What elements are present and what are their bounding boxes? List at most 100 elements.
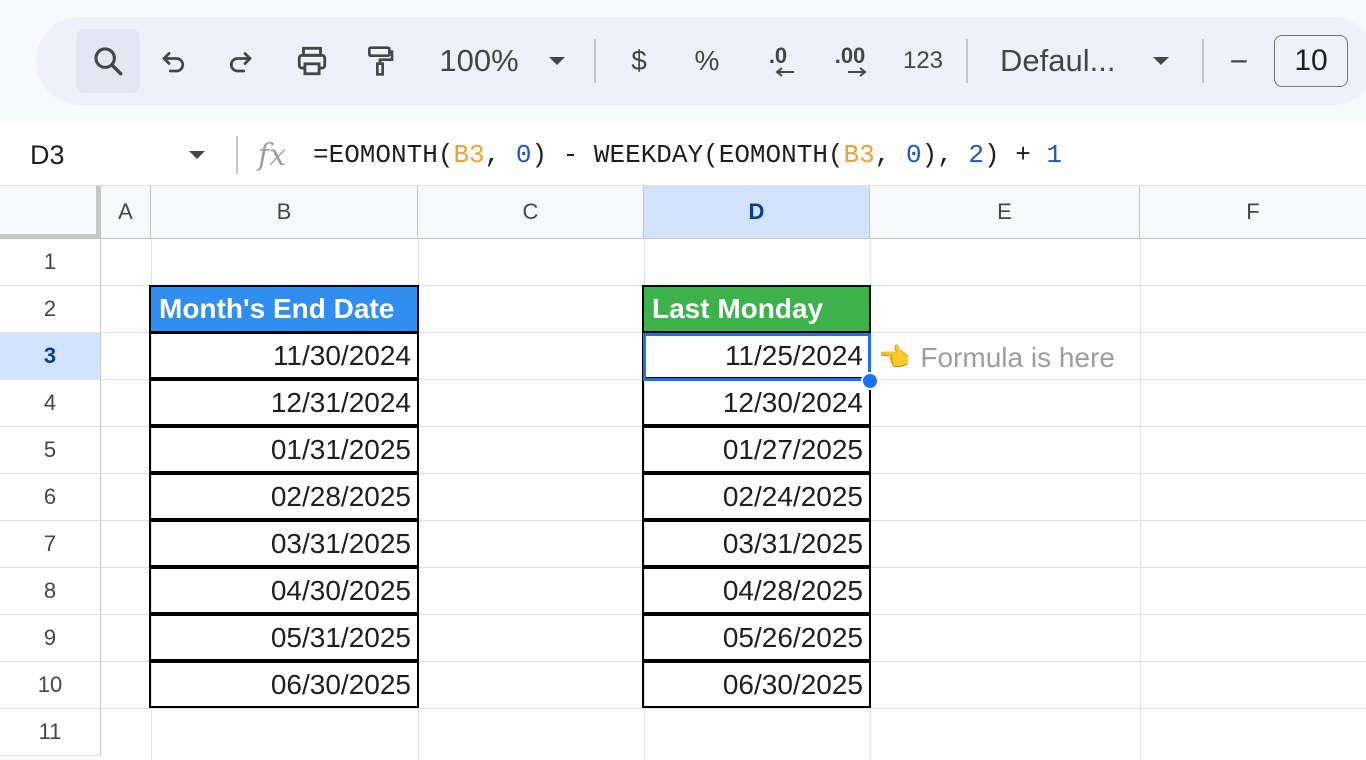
arrow-left-icon	[775, 67, 794, 77]
formula-cell-ref: B3	[453, 140, 485, 170]
toolbar: 100% $ % .0 .00 123 Defaul... − 10	[36, 17, 1366, 105]
font-size-input[interactable]: 10	[1274, 35, 1348, 87]
cell-d2-header[interactable]: Last Monday	[642, 285, 871, 333]
pointing-hand-icon: 👈	[878, 342, 911, 372]
formula-input[interactable]: =EOMONTH(B3, 0) - WEEKDAY(EOMONTH(B3, 0)…	[313, 124, 1062, 186]
toolbar-area: 100% $ % .0 .00 123 Defaul... − 10	[0, 0, 1366, 124]
zoom-dropdown[interactable]	[544, 17, 570, 105]
percent-label: %	[694, 45, 720, 76]
cell-b3[interactable]: 11/30/2024	[149, 332, 419, 379]
chevron-down-icon	[549, 57, 565, 65]
formula-text: ,	[874, 140, 906, 170]
row-header-8[interactable]: 8	[0, 568, 101, 615]
print-button[interactable]	[290, 17, 334, 105]
chevron-down-icon	[1153, 57, 1169, 65]
redo-icon	[229, 52, 252, 73]
currency-format-button[interactable]: $	[624, 17, 654, 105]
cell-b10[interactable]: 06/30/2025	[149, 661, 419, 708]
cell-b4[interactable]: 12/31/2024	[149, 379, 419, 426]
row-header-5[interactable]: 5	[0, 427, 101, 474]
spreadsheet-grid: A B C D E F 1 2 3 4 5 6 7 8 9 10 11 Mont…	[0, 186, 1366, 760]
column-header-c[interactable]: C	[418, 186, 644, 239]
cell-b5[interactable]: 01/31/2025	[149, 426, 419, 473]
search-menus-button[interactable]	[76, 29, 140, 93]
cell-d5[interactable]: 01/27/2025	[642, 426, 871, 473]
formula-bar: D3 fx =EOMONTH(B3, 0) - WEEKDAY(EOMONTH(…	[0, 124, 1366, 186]
row-header-4[interactable]: 4	[0, 380, 101, 427]
font-family-select[interactable]: Defaul...	[1000, 17, 1124, 105]
formula-cell-ref: B3	[843, 140, 875, 170]
annotation-text: Formula is here	[920, 341, 1115, 373]
column-header-e[interactable]: E	[870, 186, 1140, 239]
number-format-label: 123	[902, 47, 944, 74]
print-icon	[297, 46, 327, 76]
fx-icon: fx	[258, 137, 287, 173]
minus-icon: −	[1229, 42, 1249, 79]
name-box-dropdown[interactable]	[188, 124, 206, 186]
row-header-6[interactable]: 6	[0, 474, 101, 521]
cell-b8[interactable]: 04/30/2025	[149, 567, 419, 614]
name-box[interactable]: D3	[30, 124, 65, 186]
formula-text: ) +	[984, 140, 1047, 170]
gridline	[1140, 239, 1141, 760]
formula-text: ) - WEEKDAY(EOMONTH(	[531, 140, 844, 170]
column-header-b[interactable]: B	[151, 186, 418, 239]
toolbar-divider	[1202, 39, 1204, 83]
decrease-decimal-label: .0	[768, 43, 788, 68]
row-header-7[interactable]: 7	[0, 521, 101, 568]
decrease-decimal-button[interactable]: .0	[756, 17, 800, 105]
annotation-note: 👈 Formula is here	[878, 334, 1115, 381]
search-icon	[94, 47, 123, 76]
formula-number: 1	[1046, 140, 1063, 170]
toolbar-divider	[594, 39, 596, 83]
font-family-dropdown[interactable]	[1148, 17, 1174, 105]
formula-number: 2	[968, 140, 985, 170]
paint-format-button[interactable]	[360, 17, 400, 105]
formula-text: =EOMONTH(	[313, 140, 454, 170]
paint-format-icon	[368, 46, 394, 76]
cell-d9[interactable]: 05/26/2025	[642, 614, 871, 661]
cell-b9[interactable]: 05/31/2025	[149, 614, 419, 661]
zoom-select[interactable]: 100%	[434, 17, 524, 105]
cell-b2-header[interactable]: Month's End Date	[149, 285, 419, 333]
cell-b6[interactable]: 02/28/2025	[149, 473, 419, 520]
arrow-right-icon	[848, 67, 867, 77]
currency-label: $	[631, 45, 647, 76]
row-header-10[interactable]: 10	[0, 662, 101, 709]
row-header-1[interactable]: 1	[0, 239, 101, 286]
decrease-font-size-button[interactable]: −	[1224, 17, 1254, 105]
chevron-down-icon	[189, 151, 205, 159]
cell-d7[interactable]: 03/31/2025	[642, 520, 871, 567]
formula-number: 0	[515, 140, 532, 170]
increase-decimal-label: .00	[834, 43, 866, 68]
row-header-3[interactable]: 3	[0, 333, 101, 380]
cell-d8[interactable]: 04/28/2025	[642, 567, 871, 614]
row-header-9[interactable]: 9	[0, 615, 101, 662]
gridline	[101, 708, 1366, 709]
cell-d6[interactable]: 02/24/2025	[642, 473, 871, 520]
zoom-value: 100%	[439, 43, 519, 78]
redo-button[interactable]	[220, 17, 260, 105]
column-header-d[interactable]: D	[644, 186, 870, 239]
cell-b7[interactable]: 03/31/2025	[149, 520, 419, 567]
row-header-2[interactable]: 2	[0, 286, 101, 333]
row-header-11[interactable]: 11	[0, 709, 101, 756]
toolbar-divider	[966, 39, 968, 83]
fill-handle[interactable]	[861, 372, 879, 390]
cell-d4[interactable]: 12/30/2024	[642, 379, 871, 426]
undo-icon	[162, 52, 185, 73]
cell-d10[interactable]: 06/30/2025	[642, 661, 871, 708]
more-formats-button[interactable]: 123	[898, 17, 948, 105]
column-header-f[interactable]: F	[1140, 186, 1366, 239]
formula-number: 0	[905, 140, 922, 170]
undo-button[interactable]	[154, 17, 194, 105]
font-family-value: Defaul...	[1000, 43, 1116, 78]
increase-decimal-button[interactable]: .00	[828, 17, 872, 105]
column-header-a[interactable]: A	[101, 186, 151, 239]
formula-text: ),	[921, 140, 969, 170]
percent-format-button[interactable]: %	[692, 17, 722, 105]
select-all-corner[interactable]	[0, 186, 101, 239]
cell-d3[interactable]: 11/25/2024	[642, 332, 871, 379]
formula-bar-divider	[236, 136, 238, 174]
formula-text: ,	[484, 140, 516, 170]
